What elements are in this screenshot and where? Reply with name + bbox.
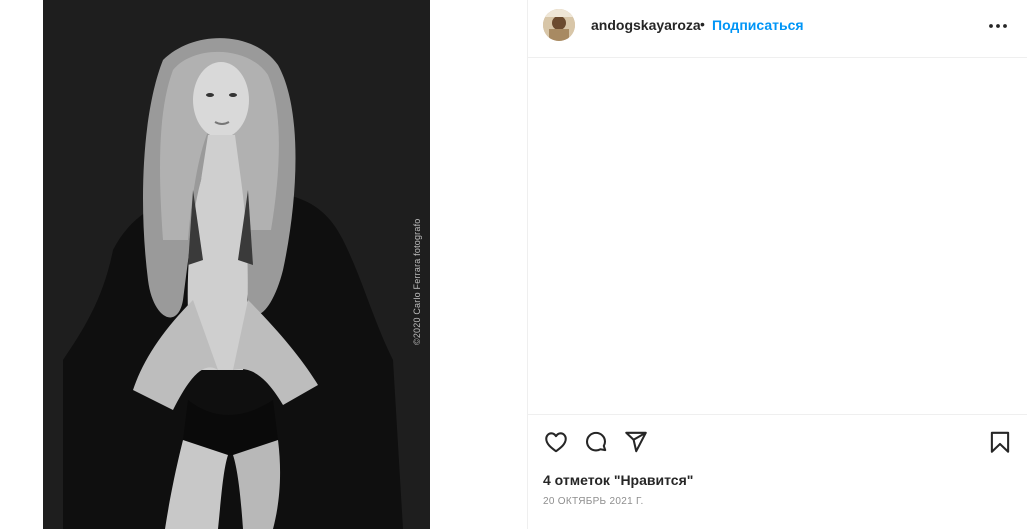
comments-area[interactable] (528, 58, 1027, 414)
avatar[interactable] (543, 9, 575, 41)
follow-button[interactable]: Подписаться (712, 17, 804, 33)
post-photo[interactable] (43, 0, 430, 529)
header-separator: • (700, 16, 705, 32)
comment-icon (585, 431, 607, 452)
save-button[interactable] (987, 429, 1013, 455)
photo-illustration (43, 0, 430, 529)
like-button[interactable] (543, 429, 569, 455)
post-actions-bar (528, 414, 1027, 465)
more-options-button[interactable] (984, 16, 1012, 36)
likes-count[interactable]: 4 отметок "Нравится" (543, 472, 693, 488)
comment-button[interactable] (583, 429, 609, 455)
share-button[interactable] (623, 429, 649, 455)
photo-watermark: ©2020 Carlo Ferrara fotografo (412, 218, 422, 346)
avatar-image (543, 9, 575, 41)
post-header: andogskayaroza • Подписаться (528, 0, 1027, 58)
heart-icon (545, 432, 567, 453)
post-page: ©2020 Carlo Ferrara fotografo andogskaya… (0, 0, 1027, 529)
post-date[interactable]: 20 ОКТЯБРЬ 2021 Г. (543, 496, 644, 507)
username-link[interactable]: andogskayaroza (591, 17, 701, 33)
post-details-panel: andogskayaroza • Подписаться 4 отметок "… (527, 0, 1027, 529)
paper-plane-icon (625, 431, 647, 453)
bookmark-icon (990, 431, 1010, 453)
more-options-icon (989, 24, 1007, 28)
